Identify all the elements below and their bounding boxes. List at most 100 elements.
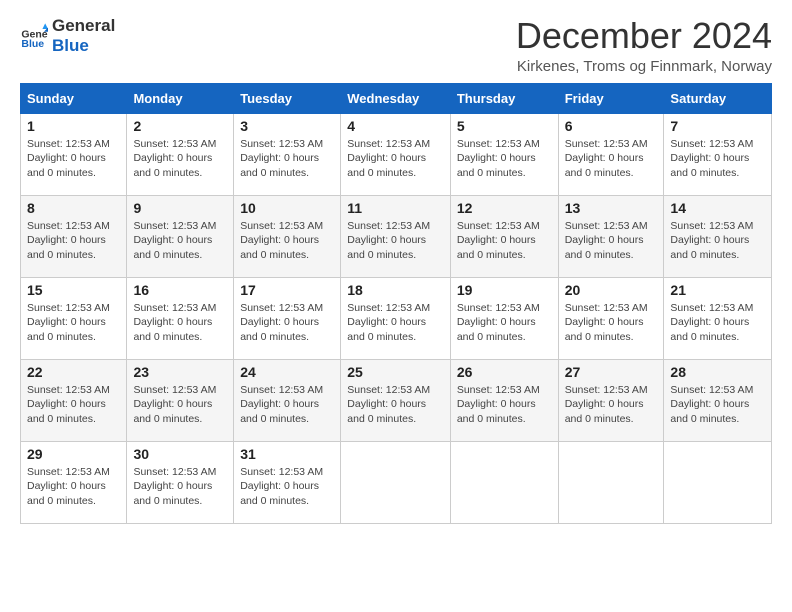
calendar-body: 1 Sunset: 12:53 AM Daylight: 0 hours and …	[21, 113, 772, 523]
calendar-cell: 27 Sunset: 12:53 AM Daylight: 0 hours and…	[558, 359, 664, 441]
day-info: Sunset: 12:53 AM Daylight: 0 hours and 0…	[27, 137, 120, 181]
day-info: Sunset: 12:53 AM Daylight: 0 hours and 0…	[27, 465, 120, 509]
calendar-cell: 16 Sunset: 12:53 AM Daylight: 0 hours and…	[127, 277, 234, 359]
calendar-cell: 31 Sunset: 12:53 AM Daylight: 0 hours and…	[234, 441, 341, 523]
calendar-header: Sunday Monday Tuesday Wednesday Thursday…	[21, 83, 772, 113]
day-number: 28	[670, 364, 765, 380]
calendar-cell: 4Sunset: 12:53 AM Daylight: 0 hours and …	[341, 113, 451, 195]
calendar-cell: 26 Sunset: 12:53 AM Daylight: 0 hours and…	[450, 359, 558, 441]
day-number: 16	[133, 282, 227, 298]
day-info: Sunset: 12:53 AM Daylight: 0 hours and 0…	[133, 137, 227, 181]
calendar-cell: 19 Sunset: 12:53 AM Daylight: 0 hours and…	[450, 277, 558, 359]
day-info: Sunset: 12:53 AM Daylight: 0 hours and 0…	[457, 137, 552, 181]
calendar-cell: 25Sunset: 12:53 AM Daylight: 0 hours and…	[341, 359, 451, 441]
calendar-cell: 15 Sunset: 12:53 AM Daylight: 0 hours and…	[21, 277, 127, 359]
day-info: Sunset: 12:53 AM Daylight: 0 hours and 0…	[27, 219, 120, 263]
day-number: 24	[240, 364, 334, 380]
day-number: 26	[457, 364, 552, 380]
calendar-cell: 11Sunset: 12:53 AM Daylight: 0 hours and…	[341, 195, 451, 277]
calendar-cell: 13Sunset: 12:53 AM Daylight: 0 hours and…	[558, 195, 664, 277]
location: Kirkenes, Troms og Finnmark, Norway	[516, 58, 772, 75]
page: General Blue General Blue December 2024 …	[0, 0, 792, 612]
day-info: Sunset: 12:53 AM Daylight: 0 hours and 0…	[457, 219, 552, 263]
calendar-cell: 14 Sunset: 12:53 AM Daylight: 0 hours and…	[664, 195, 772, 277]
calendar-cell	[664, 441, 772, 523]
calendar-cell	[341, 441, 451, 523]
col-tuesday: Tuesday	[234, 83, 341, 113]
day-number: 7	[670, 118, 765, 134]
calendar-cell: 3 Sunset: 12:53 AM Daylight: 0 hours and …	[234, 113, 341, 195]
calendar-cell: 7Sunset: 12:53 AM Daylight: 0 hours and …	[664, 113, 772, 195]
calendar-cell: 6 Sunset: 12:53 AM Daylight: 0 hours and …	[558, 113, 664, 195]
day-number: 22	[27, 364, 120, 380]
calendar-cell	[558, 441, 664, 523]
day-number: 30	[133, 446, 227, 462]
day-number: 27	[565, 364, 658, 380]
header: General Blue General Blue December 2024 …	[20, 16, 772, 75]
calendar-table: Sunday Monday Tuesday Wednesday Thursday…	[20, 83, 772, 524]
calendar-week-5: 29Sunset: 12:53 AM Daylight: 0 hours and…	[21, 441, 772, 523]
day-info: Sunset: 12:53 AM Daylight: 0 hours and 0…	[133, 301, 227, 345]
day-number: 13	[565, 200, 658, 216]
day-info: Sunset: 12:53 AM Daylight: 0 hours and 0…	[27, 383, 120, 427]
day-info: Sunset: 12:53 AM Daylight: 0 hours and 0…	[670, 383, 765, 427]
calendar-cell: 9Sunset: 12:53 AM Daylight: 0 hours and …	[127, 195, 234, 277]
day-number: 10	[240, 200, 334, 216]
calendar-cell: 23 Sunset: 12:53 AM Daylight: 0 hours and…	[127, 359, 234, 441]
col-monday: Monday	[127, 83, 234, 113]
day-info: Sunset: 12:53 AM Daylight: 0 hours and 0…	[670, 301, 765, 345]
day-number: 8	[27, 200, 120, 216]
day-number: 9	[133, 200, 227, 216]
day-number: 12	[457, 200, 552, 216]
calendar-cell: 22 Sunset: 12:53 AM Daylight: 0 hours and…	[21, 359, 127, 441]
day-info: Sunset: 12:53 AM Daylight: 0 hours and 0…	[347, 219, 444, 263]
day-info: Sunset: 12:53 AM Daylight: 0 hours and 0…	[240, 465, 334, 509]
header-row: Sunday Monday Tuesday Wednesday Thursday…	[21, 83, 772, 113]
col-thursday: Thursday	[450, 83, 558, 113]
day-info: Sunset: 12:53 AM Daylight: 0 hours and 0…	[240, 219, 334, 263]
calendar-week-3: 15 Sunset: 12:53 AM Daylight: 0 hours and…	[21, 277, 772, 359]
day-info: Sunset: 12:53 AM Daylight: 0 hours and 0…	[457, 383, 552, 427]
col-saturday: Saturday	[664, 83, 772, 113]
day-info: Sunset: 12:53 AM Daylight: 0 hours and 0…	[347, 383, 444, 427]
day-info: Sunset: 12:53 AM Daylight: 0 hours and 0…	[133, 383, 227, 427]
day-number: 15	[27, 282, 120, 298]
col-friday: Friday	[558, 83, 664, 113]
calendar-cell: 30Sunset: 12:53 AM Daylight: 0 hours and…	[127, 441, 234, 523]
col-wednesday: Wednesday	[341, 83, 451, 113]
day-info: Sunset: 12:53 AM Daylight: 0 hours and 0…	[240, 137, 334, 181]
month-title: December 2024	[516, 16, 772, 56]
day-number: 31	[240, 446, 334, 462]
calendar-cell: 12 Sunset: 12:53 AM Daylight: 0 hours and…	[450, 195, 558, 277]
calendar-cell: 1 Sunset: 12:53 AM Daylight: 0 hours and …	[21, 113, 127, 195]
day-info: Sunset: 12:53 AM Daylight: 0 hours and 0…	[565, 137, 658, 181]
day-number: 3	[240, 118, 334, 134]
logo-line2: Blue	[52, 36, 115, 56]
day-info: Sunset: 12:53 AM Daylight: 0 hours and 0…	[565, 301, 658, 345]
calendar-cell: 2 Sunset: 12:53 AM Daylight: 0 hours and …	[127, 113, 234, 195]
day-info: Sunset: 12:53 AM Daylight: 0 hours and 0…	[457, 301, 552, 345]
day-info: Sunset: 12:53 AM Daylight: 0 hours and 0…	[670, 219, 765, 263]
day-number: 19	[457, 282, 552, 298]
day-info: Sunset: 12:53 AM Daylight: 0 hours and 0…	[240, 301, 334, 345]
day-number: 5	[457, 118, 552, 134]
day-info: Sunset: 12:53 AM Daylight: 0 hours and 0…	[240, 383, 334, 427]
logo: General Blue General Blue	[20, 16, 115, 55]
title-block: December 2024 Kirkenes, Troms og Finnmar…	[516, 16, 772, 75]
day-info: Sunset: 12:53 AM Daylight: 0 hours and 0…	[565, 383, 658, 427]
day-number: 14	[670, 200, 765, 216]
day-number: 6	[565, 118, 658, 134]
day-number: 23	[133, 364, 227, 380]
day-info: Sunset: 12:53 AM Daylight: 0 hours and 0…	[27, 301, 120, 345]
day-number: 17	[240, 282, 334, 298]
calendar-cell: 10 Sunset: 12:53 AM Daylight: 0 hours and…	[234, 195, 341, 277]
calendar-cell: 18 Sunset: 12:53 AM Daylight: 0 hours and…	[341, 277, 451, 359]
day-number: 2	[133, 118, 227, 134]
day-number: 1	[27, 118, 120, 134]
logo-line1: General	[52, 16, 115, 36]
day-number: 18	[347, 282, 444, 298]
day-info: Sunset: 12:53 AM Daylight: 0 hours and 0…	[347, 301, 444, 345]
calendar-cell: 17 Sunset: 12:53 AM Daylight: 0 hours and…	[234, 277, 341, 359]
calendar-cell: 21Sunset: 12:53 AM Daylight: 0 hours and…	[664, 277, 772, 359]
calendar-cell: 29Sunset: 12:53 AM Daylight: 0 hours and…	[21, 441, 127, 523]
